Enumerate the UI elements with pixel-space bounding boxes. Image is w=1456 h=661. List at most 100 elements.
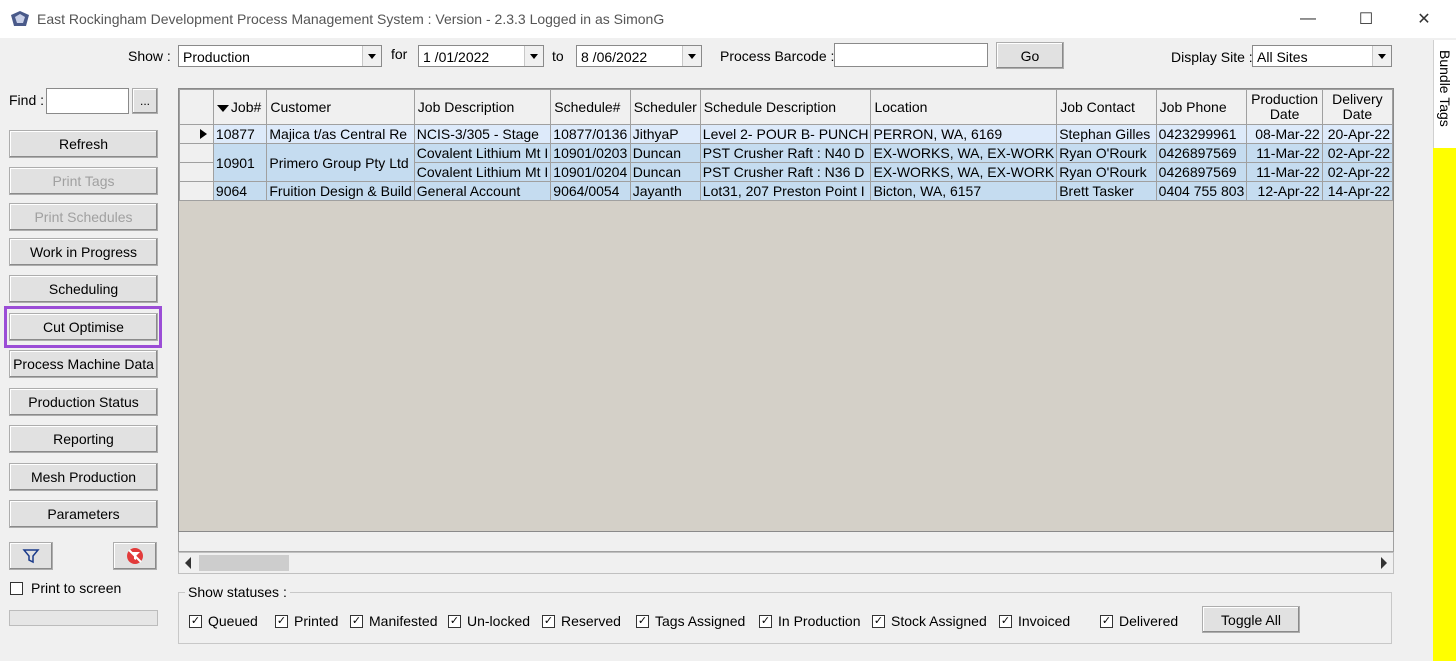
status-reserved[interactable]: ✓ Reserved [542, 613, 621, 629]
print-to-screen-checkbox[interactable] [10, 581, 23, 595]
cell-job-phone[interactable]: 0423299961 [1155, 124, 1248, 144]
cell-delivery-date[interactable]: 02-Apr-22 [1321, 143, 1393, 163]
status-queued[interactable]: ✓ Queued [189, 613, 258, 629]
show-dropdown[interactable]: Production [178, 45, 382, 67]
cell-delivery-date[interactable]: 02-Apr-22 [1321, 162, 1393, 182]
cell-schedule-description[interactable]: Level 2- POUR B- PUNCH [699, 124, 872, 144]
cell-scheduler[interactable]: JithyaP [629, 124, 701, 144]
cell-production-date[interactable]: 11-Mar-22 [1246, 143, 1323, 163]
cell-schedule-description[interactable]: PST Crusher Raft : N40 D [699, 143, 872, 163]
status-checkbox[interactable]: ✓ [542, 614, 555, 628]
col-header-job-contact[interactable]: Job Contact [1056, 89, 1157, 125]
cell-job[interactable]: 10901 [212, 143, 268, 182]
cell-scheduler[interactable]: Duncan [629, 162, 701, 182]
col-header-scheduler[interactable]: Scheduler [629, 89, 701, 125]
status-checkbox[interactable]: ✓ [872, 614, 885, 628]
status-checkbox[interactable]: ✓ [636, 614, 649, 628]
work-in-progress-button[interactable]: Work in Progress [9, 238, 158, 266]
status-in-production[interactable]: ✓ In Production [759, 613, 861, 629]
cell-customer[interactable]: Primero Group Pty Ltd [266, 143, 415, 182]
row-selector[interactable] [179, 124, 214, 144]
go-button[interactable]: Go [996, 42, 1064, 69]
col-header-delivery-date[interactable]: Delivery Date [1321, 89, 1393, 125]
status-checkbox[interactable]: ✓ [448, 614, 461, 628]
horizontal-scrollbar[interactable] [178, 552, 1394, 574]
cell-schedule-description[interactable]: Lot31, 207 Preston Point I [699, 181, 872, 201]
row-selector[interactable] [179, 181, 214, 201]
col-header-schedule[interactable]: Schedule# [550, 89, 631, 125]
chevron-down-icon[interactable] [682, 46, 701, 66]
status-printed[interactable]: ✓ Printed [275, 613, 338, 629]
status-un-locked[interactable]: ✓ Un-locked [448, 613, 530, 629]
reporting-button[interactable]: Reporting [9, 425, 158, 453]
find-input[interactable] [46, 88, 129, 114]
clear-filter-button[interactable] [113, 542, 157, 570]
chevron-down-icon[interactable] [524, 46, 543, 66]
status-checkbox[interactable]: ✓ [189, 614, 202, 628]
col-header-schedule-description[interactable]: Schedule Description [699, 89, 872, 125]
chevron-down-icon[interactable] [362, 46, 381, 66]
col-header-production-date[interactable]: Production Date [1246, 89, 1323, 125]
cell-job-contact[interactable]: Stephan Gilles [1056, 124, 1157, 144]
cell-customer[interactable]: Fruition Design & Build [266, 181, 415, 201]
cell-job-contact[interactable]: Ryan O'Rourk [1056, 162, 1157, 182]
cell-location[interactable]: EX-WORKS, WA, EX-WORK [870, 162, 1058, 182]
status-checkbox[interactable]: ✓ [350, 614, 363, 628]
status-delivered[interactable]: ✓ Delivered [1100, 613, 1178, 629]
status-invoiced[interactable]: ✓ Invoiced [999, 613, 1070, 629]
cell-schedule[interactable]: 9064/0054 [550, 181, 631, 201]
cell-job-phone[interactable]: 0426897569 [1155, 162, 1248, 182]
table-row[interactable]: 9064 Fruition Design & Build General Acc… [179, 181, 1393, 201]
cell-production-date[interactable]: 12-Apr-22 [1246, 181, 1323, 201]
col-header-job-description[interactable]: Job Description [413, 89, 552, 125]
jobs-grid[interactable]: Job# Customer Job Description Schedule# … [178, 88, 1394, 532]
production-status-button[interactable]: Production Status [9, 388, 158, 416]
col-header-job-phone[interactable]: Job Phone [1155, 89, 1248, 125]
cell-job-phone[interactable]: 0426897569 [1155, 143, 1248, 163]
cell-job-description[interactable]: Covalent Lithium Mt I [413, 162, 552, 182]
display-site-dropdown[interactable]: All Sites [1252, 45, 1392, 67]
col-header-location[interactable]: Location [870, 89, 1058, 125]
cell-job-contact[interactable]: Ryan O'Rourk [1056, 143, 1157, 163]
scroll-right-icon[interactable] [1381, 557, 1387, 569]
chevron-down-icon[interactable] [1372, 46, 1391, 66]
status-manifested[interactable]: ✓ Manifested [350, 613, 437, 629]
scroll-thumb[interactable] [199, 555, 289, 571]
cell-location[interactable]: EX-WORKS, WA, EX-WORK [870, 143, 1058, 163]
refresh-button[interactable]: Refresh [9, 130, 158, 158]
cell-location[interactable]: Bicton, WA, 6157 [870, 181, 1058, 201]
barcode-input[interactable] [834, 43, 988, 67]
status-checkbox[interactable]: ✓ [759, 614, 772, 628]
cell-schedule[interactable]: 10901/0203 [550, 143, 631, 163]
cell-scheduler[interactable]: Jayanth [629, 181, 701, 201]
col-header-customer[interactable]: Customer [266, 89, 415, 125]
table-row[interactable]: 10901 Primero Group Pty Ltd Covalent Lit… [179, 143, 1393, 182]
cell-location[interactable]: PERRON, WA, 6169 [870, 124, 1058, 144]
cell-customer[interactable]: Majica t/as Central Re [266, 124, 415, 144]
cell-schedule[interactable]: 10877/0136 [550, 124, 631, 144]
cell-job-description[interactable]: General Account [413, 181, 552, 201]
toggle-all-button[interactable]: Toggle All [1202, 606, 1300, 633]
status-checkbox[interactable]: ✓ [999, 614, 1012, 628]
cell-job-description[interactable]: Covalent Lithium Mt I [413, 143, 552, 163]
status-checkbox[interactable]: ✓ [1100, 614, 1113, 628]
print-schedules-button[interactable]: Print Schedules [9, 203, 158, 231]
print-to-screen-option[interactable]: Print to screen [10, 580, 121, 596]
cell-delivery-date[interactable]: 20-Apr-22 [1321, 124, 1393, 144]
col-header-job[interactable]: Job# [212, 89, 268, 125]
cell-production-date[interactable]: 08-Mar-22 [1246, 124, 1323, 144]
cell-job-description[interactable]: NCIS-3/305 - Stage [413, 124, 552, 144]
cell-production-date[interactable]: 11-Mar-22 [1246, 162, 1323, 182]
parameters-button[interactable]: Parameters [9, 500, 158, 528]
mesh-production-button[interactable]: Mesh Production [9, 463, 158, 491]
date-to-picker[interactable]: 8 /06/2022 [576, 45, 702, 67]
status-tags-assigned[interactable]: ✓ Tags Assigned [636, 613, 745, 629]
cell-job[interactable]: 10877 [212, 124, 268, 144]
status-checkbox[interactable]: ✓ [275, 614, 288, 628]
print-tags-button[interactable]: Print Tags [9, 167, 158, 195]
minimize-button[interactable]: — [1279, 0, 1337, 38]
maximize-button[interactable]: ☐ [1337, 0, 1395, 38]
status-stock-assigned[interactable]: ✓ Stock Assigned [872, 613, 987, 629]
table-row[interactable]: 10877 Majica t/as Central Re NCIS-3/305 … [179, 124, 1393, 144]
scheduling-button[interactable]: Scheduling [9, 275, 158, 303]
